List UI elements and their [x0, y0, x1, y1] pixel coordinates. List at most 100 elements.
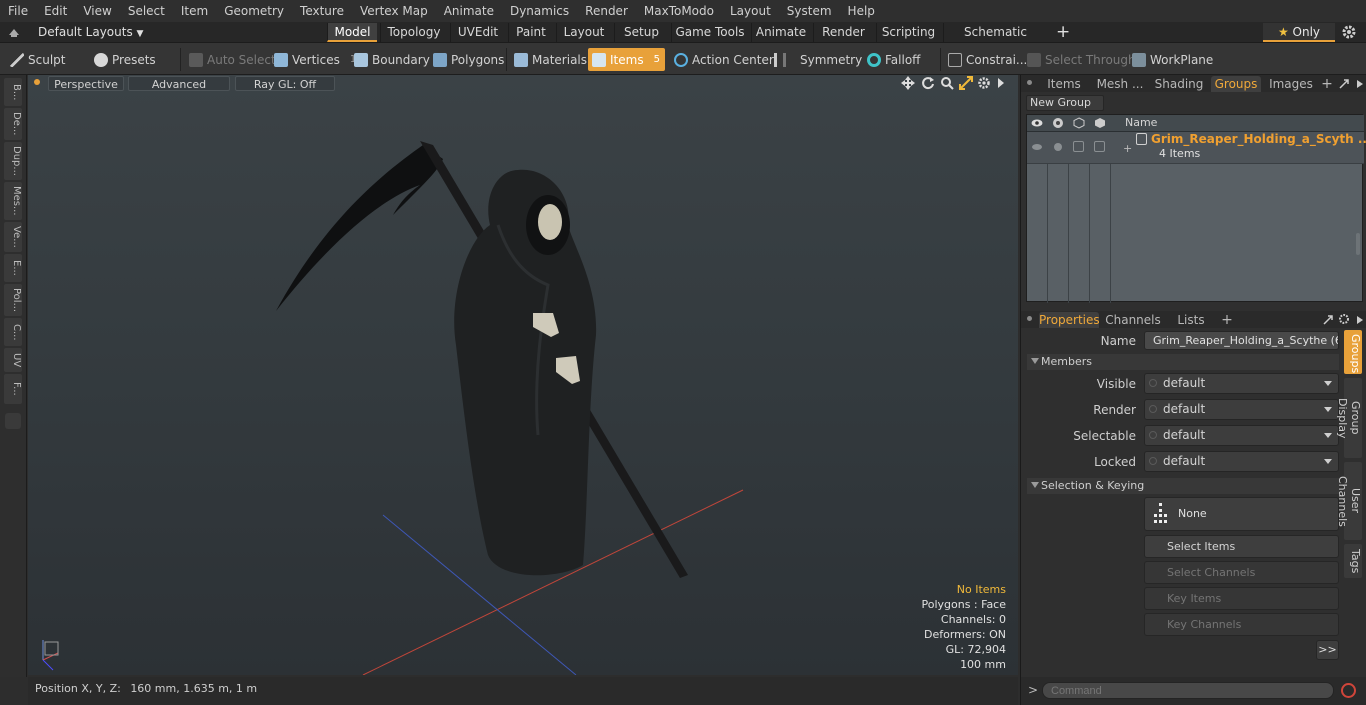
side-tab-group-display[interactable]: Group Display [1336, 378, 1362, 458]
row-selectable-checkbox[interactable] [1073, 141, 1084, 152]
tab-setup[interactable]: Setup [614, 23, 668, 42]
tab-schematic-fusion[interactable]: Schematic Fusion [943, 23, 1047, 58]
tab-render[interactable]: Render [813, 23, 873, 42]
menu-texture[interactable]: Texture [292, 0, 352, 22]
members-section[interactable]: Members [1027, 354, 1339, 370]
side-tab-groups[interactable]: Groups [1344, 330, 1362, 374]
expand-panel-icon[interactable] [1339, 78, 1349, 89]
tab-layout[interactable]: Layout [556, 23, 611, 42]
left-tab-curve[interactable]: C... [4, 318, 22, 346]
menu-help[interactable]: Help [840, 0, 883, 22]
boundary-button[interactable]: Boundary [350, 48, 434, 71]
properties-arrow-icon[interactable] [1356, 314, 1364, 324]
menu-select[interactable]: Select [120, 0, 173, 22]
items-button[interactable]: Items 5 [588, 48, 665, 71]
row-render-icon[interactable] [1052, 141, 1064, 153]
new-group-button[interactable]: New Group [1026, 95, 1104, 111]
command-input[interactable] [1042, 682, 1334, 699]
lock-icon[interactable] [1094, 117, 1106, 129]
more-button[interactable]: >> [1316, 640, 1339, 660]
none-selector-button[interactable]: None [1144, 497, 1339, 531]
tab-model[interactable]: Model [327, 23, 377, 42]
add-panel-tab-button[interactable]: + [1321, 76, 1333, 92]
left-tab-edge[interactable]: E... [4, 254, 22, 282]
workplane-button[interactable]: WorkPlane [1128, 48, 1217, 71]
left-tab-duplicate[interactable]: Dup... [4, 142, 22, 180]
tab-lists[interactable]: Lists [1167, 312, 1215, 328]
tab-mesh[interactable]: Mesh ... [1093, 76, 1147, 92]
left-tab-mesh[interactable]: Mes... [4, 182, 22, 220]
left-tab-basic[interactable]: B... [4, 78, 22, 106]
left-tab-deform[interactable]: De... [4, 108, 22, 140]
left-tab-fusion[interactable]: F... [4, 374, 22, 404]
group-list-scrollbar[interactable] [1356, 233, 1360, 255]
constraints-button[interactable]: Constrai... [944, 48, 1031, 71]
menu-edit[interactable]: Edit [36, 0, 75, 22]
menu-dynamics[interactable]: Dynamics [502, 0, 577, 22]
group-name-field[interactable]: Grim_Reaper_Holding_a_Scythe (6) [1144, 331, 1339, 350]
menu-animate[interactable]: Animate [436, 0, 502, 22]
group-name[interactable]: Grim_Reaper_Holding_a_Scyth ... [1151, 132, 1366, 146]
3d-viewport[interactable]: Perspective Advanced Ray GL: Off No Item… [28, 75, 1018, 675]
record-icon[interactable] [1341, 683, 1356, 698]
layout-lock-icon[interactable] [8, 26, 20, 38]
tab-channels[interactable]: Channels [1105, 312, 1161, 328]
menu-file[interactable]: File [0, 0, 36, 22]
selection-keying-section[interactable]: Selection & Keying [1027, 478, 1339, 494]
tab-properties[interactable]: Properties [1039, 312, 1100, 328]
menu-view[interactable]: View [75, 0, 119, 22]
menu-geometry[interactable]: Geometry [216, 0, 292, 22]
left-tab-extra-icon[interactable] [5, 413, 21, 429]
menu-system[interactable]: System [779, 0, 840, 22]
gear-icon[interactable] [1341, 24, 1357, 40]
cube-icon[interactable] [1073, 117, 1085, 129]
tab-animate[interactable]: Animate [751, 23, 810, 42]
tab-uvedit[interactable]: UVEdit [450, 23, 505, 42]
auto-select-button[interactable]: Auto Select [185, 48, 280, 71]
visible-dropdown[interactable]: default [1144, 373, 1339, 394]
group-expand-button[interactable]: + [1123, 142, 1132, 155]
panel-menu-icon[interactable] [1027, 80, 1032, 85]
select-items-button[interactable]: Select Items [1144, 535, 1339, 558]
group-row[interactable]: + Grim_Reaper_Holding_a_Scyth ... 4 Item… [1027, 132, 1366, 164]
properties-gear-icon[interactable] [1338, 313, 1350, 325]
falloff-button[interactable]: Falloff [863, 48, 924, 71]
tab-paint[interactable]: Paint [508, 23, 553, 42]
key-items-button[interactable]: Key Items [1144, 587, 1339, 610]
properties-menu-icon[interactable] [1027, 316, 1032, 321]
key-channels-button[interactable]: Key Channels [1144, 613, 1339, 636]
expand-properties-icon[interactable] [1323, 314, 1333, 325]
menu-vertex-map[interactable]: Vertex Map [352, 0, 436, 22]
menu-item[interactable]: Item [173, 0, 216, 22]
row-lock-checkbox[interactable] [1094, 141, 1105, 152]
only-button[interactable]: ★ Only [1263, 23, 1335, 42]
render-dropdown[interactable]: default [1144, 399, 1339, 420]
tab-items[interactable]: Items [1039, 76, 1089, 92]
tab-shading[interactable]: Shading [1151, 76, 1207, 92]
presets-button[interactable]: Presets [90, 48, 160, 71]
symmetry-button[interactable]: Symmetry [770, 48, 866, 71]
layout-selector[interactable]: Default Layouts ▼ [38, 24, 143, 41]
menu-layout[interactable]: Layout [722, 0, 779, 22]
selectable-dropdown[interactable]: default [1144, 425, 1339, 446]
select-channels-button[interactable]: Select Channels [1144, 561, 1339, 584]
add-properties-tab-button[interactable]: + [1221, 312, 1233, 328]
side-tab-tags[interactable]: Tags [1344, 544, 1362, 578]
tab-images[interactable]: Images [1265, 76, 1317, 92]
menu-render[interactable]: Render [577, 0, 636, 22]
tab-topology[interactable]: Topology [380, 23, 447, 42]
panel-arrow-icon[interactable] [1356, 78, 1364, 88]
menu-maxtomodo[interactable]: MaxToModo [636, 0, 722, 22]
materials-button[interactable]: Materials [510, 48, 591, 71]
left-tab-vertex[interactable]: Ve... [4, 222, 22, 252]
select-through-button[interactable]: Select Through [1023, 48, 1140, 71]
row-eye-icon[interactable] [1031, 141, 1043, 153]
polygons-button[interactable]: Polygons [429, 48, 508, 71]
left-tab-polygon[interactable]: Pol... [4, 284, 22, 316]
tab-scripting[interactable]: Scripting [876, 23, 940, 42]
tab-groups[interactable]: Groups [1211, 76, 1261, 92]
eye-icon[interactable] [1031, 117, 1043, 129]
locked-dropdown[interactable]: default [1144, 451, 1339, 472]
action-center-button[interactable]: Action Center [670, 48, 778, 71]
left-tab-uv[interactable]: UV [4, 348, 22, 372]
